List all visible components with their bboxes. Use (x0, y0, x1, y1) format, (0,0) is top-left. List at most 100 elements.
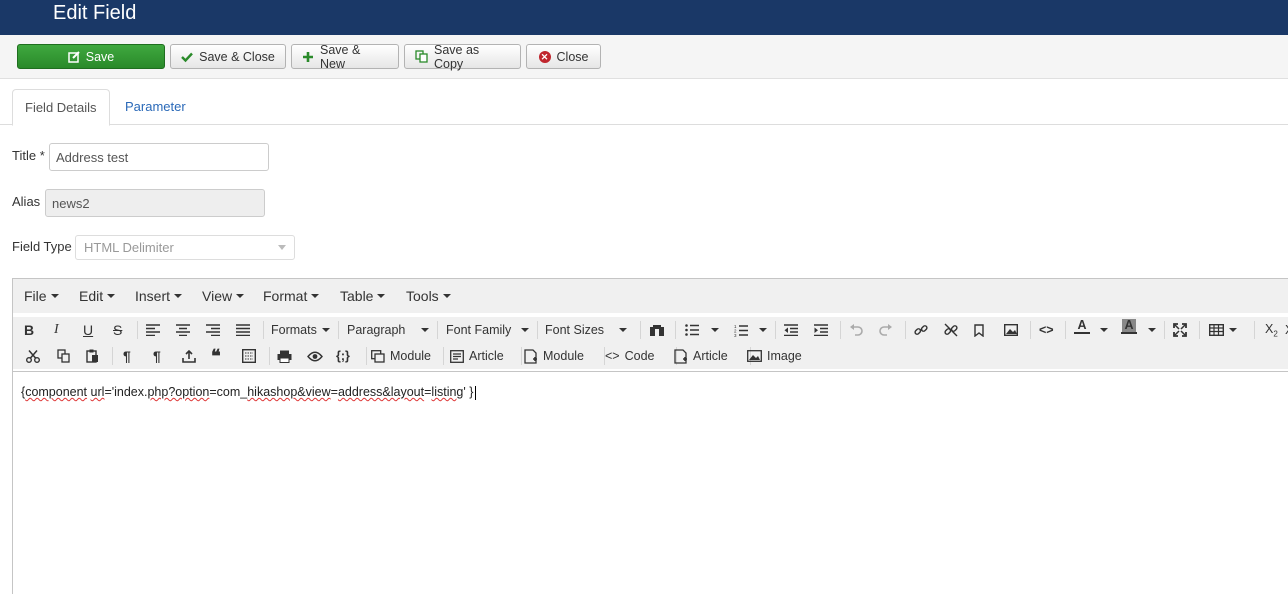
svg-text:3: 3 (734, 333, 737, 337)
toolbar-separator (537, 321, 538, 339)
caret-down-icon (1100, 328, 1108, 332)
toolbar-separator (905, 321, 906, 339)
editor-content-area[interactable]: {component url='index.php?option=com_hik… (13, 371, 1288, 594)
insert-icon[interactable] (182, 345, 196, 367)
add-article-label: Article (693, 349, 728, 363)
print-icon[interactable] (277, 345, 292, 367)
title-field[interactable] (49, 143, 269, 171)
save-close-button[interactable]: Save & Close (170, 44, 286, 69)
menu-file[interactable]: File (24, 288, 59, 304)
page-header: Edit Field (0, 0, 1288, 35)
code-sample-icon[interactable]: {;} (336, 345, 350, 367)
menu-file-label: File (24, 288, 47, 304)
save-new-button[interactable]: Save & New (291, 43, 399, 71)
title-label: Title * (12, 148, 45, 163)
unlink-icon[interactable] (944, 319, 958, 341)
formats-dropdown[interactable]: Formats (271, 319, 330, 341)
insert-article-button[interactable]: Article (450, 345, 504, 367)
indent-icon[interactable] (814, 319, 828, 341)
menu-edit[interactable]: Edit (79, 288, 116, 304)
menu-format[interactable]: Format (263, 288, 320, 304)
subscript-icon[interactable]: X2 (1265, 319, 1278, 341)
text-color-icon[interactable]: A (1074, 319, 1090, 341)
menu-table[interactable]: Table (340, 288, 386, 304)
tab-field-details[interactable]: Field Details (12, 89, 110, 126)
save-label: Save (85, 49, 115, 64)
font-sizes-dropdown[interactable]: Font Sizes (545, 319, 604, 341)
align-center-icon[interactable] (176, 319, 190, 341)
field-type-select[interactable]: HTML Delimiter (75, 235, 295, 260)
strikethrough-icon[interactable]: S (113, 319, 122, 341)
align-right-icon[interactable] (206, 319, 220, 341)
toolbar-separator (1030, 321, 1031, 339)
save-as-copy-label: Save as Copy (434, 42, 480, 71)
toolbar-separator (269, 347, 270, 365)
paragraph-ltr-icon[interactable]: ¶ (123, 345, 131, 367)
charmap-icon[interactable] (242, 345, 256, 367)
find-replace-icon[interactable] (650, 319, 664, 341)
outdent-icon[interactable] (784, 319, 798, 341)
image-icon[interactable] (1004, 319, 1018, 341)
bullet-list-icon[interactable] (685, 319, 699, 341)
content-segment: ' } (463, 385, 474, 399)
insert-article-label: Article (469, 349, 504, 363)
blockquote-icon[interactable]: ❝ (211, 345, 221, 367)
bold-icon[interactable]: B (24, 319, 34, 341)
caret-down-icon (442, 294, 451, 298)
caret-down-icon (50, 294, 59, 298)
menu-tools[interactable]: Tools (406, 288, 451, 304)
align-left-icon[interactable] (146, 319, 160, 341)
toolbar-separator (443, 347, 444, 365)
article-icon (450, 349, 464, 363)
rich-text-editor: File Edit Insert View Format Table Tools… (12, 278, 1288, 594)
paragraph-dropdown[interactable]: Paragraph (347, 319, 431, 341)
close-button[interactable]: ✕ Close (526, 44, 601, 69)
caret-down-icon (107, 294, 116, 298)
insert-image-button[interactable]: Image (747, 345, 802, 367)
tab-parameter[interactable]: Parameter (113, 89, 198, 125)
add-article-button[interactable]: Article (674, 345, 728, 367)
caret-down-icon (321, 328, 330, 332)
save-button[interactable]: Save (17, 44, 165, 69)
paragraph-rtl-icon[interactable]: ¶ (153, 345, 161, 367)
source-code-icon[interactable]: <> (1039, 319, 1054, 341)
caret-down-icon (377, 294, 386, 298)
numbered-list-icon[interactable]: 123 (734, 319, 748, 341)
caret-down-icon (174, 294, 183, 298)
bookmark-icon[interactable] (974, 319, 984, 341)
insert-module-label: Module (390, 349, 431, 363)
toolbar-separator (1164, 321, 1165, 339)
font-family-dropdown[interactable]: Font Family (446, 319, 511, 341)
align-justify-icon[interactable] (236, 319, 250, 341)
underline-icon[interactable]: U (83, 319, 93, 341)
alias-label: Alias (12, 194, 41, 209)
menu-insert[interactable]: Insert (135, 288, 183, 304)
content-segment: url (90, 385, 105, 399)
menu-view[interactable]: View (202, 288, 245, 304)
editor-content-text: {component url='index.php?option=com_hik… (21, 385, 477, 400)
add-module-label: Module (543, 349, 584, 363)
italic-icon[interactable]: I (54, 319, 59, 341)
add-module-button[interactable]: Module (524, 345, 584, 367)
action-toolbar: Save Save & Close Save & New Save as Cop… (0, 35, 1288, 79)
alias-field[interactable] (45, 189, 265, 217)
content-segment: ='index. (104, 385, 148, 399)
redo-icon[interactable] (879, 319, 893, 341)
preview-icon[interactable] (307, 345, 323, 367)
close-icon: ✕ (538, 50, 551, 63)
caret-down-icon (1148, 328, 1156, 332)
code-button[interactable]: <> Code (605, 345, 655, 367)
insert-module-button[interactable]: Module (371, 345, 431, 367)
paste-icon[interactable] (86, 345, 99, 367)
caret-down-icon (311, 294, 320, 298)
text-cursor (475, 385, 477, 400)
link-icon[interactable] (914, 319, 928, 341)
cut-icon[interactable] (26, 345, 40, 367)
table-icon[interactable] (1209, 319, 1237, 341)
caret-down-icon (521, 328, 529, 332)
fullscreen-icon[interactable] (1173, 319, 1187, 341)
undo-icon[interactable] (849, 319, 863, 341)
background-color-icon[interactable]: A (1121, 319, 1137, 341)
copy-icon[interactable] (57, 345, 71, 367)
save-as-copy-button[interactable]: Save as Copy (404, 42, 521, 71)
